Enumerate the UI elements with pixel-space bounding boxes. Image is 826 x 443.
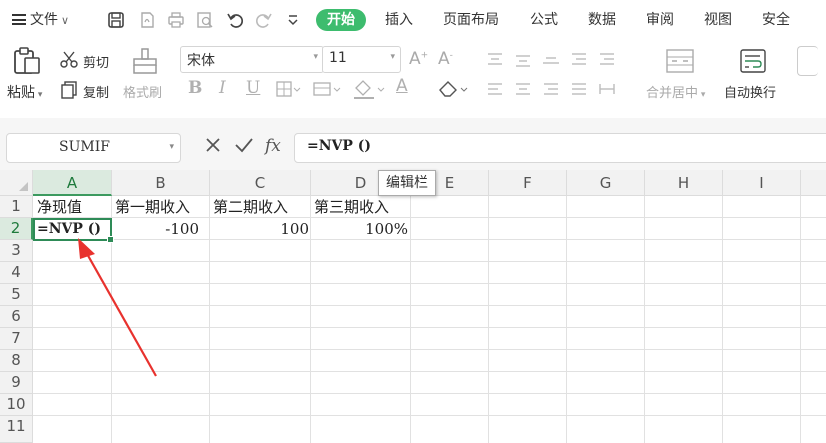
- active-cell-selection: [33, 218, 114, 243]
- row-header-3[interactable]: 3: [0, 240, 33, 262]
- wrap-text-icon[interactable]: [738, 46, 768, 76]
- merge-center-icon[interactable]: [664, 46, 696, 76]
- redo-icon[interactable]: [254, 10, 274, 30]
- font-color-icon[interactable]: A: [396, 76, 408, 96]
- wrap-text-button[interactable]: 自动换行: [724, 82, 776, 101]
- column-header-f[interactable]: F: [489, 170, 567, 196]
- spreadsheet-grid: A B C D E F G H I 1 2 3 4 5 6 7 8 9 10 1…: [0, 170, 826, 443]
- ribbon-toolbar: 粘贴 ▾ 剪切 复制 格式刷 宋体 ▾ 11 ▾ A+ A- B I U A 合…: [0, 40, 826, 118]
- copy-icon[interactable]: [60, 80, 78, 100]
- export-pdf-icon[interactable]: [137, 10, 157, 30]
- cell-style-icon[interactable]: [312, 80, 342, 98]
- cut-button[interactable]: 剪切: [83, 52, 109, 71]
- row-header-2[interactable]: 2: [0, 218, 33, 240]
- column-header-c[interactable]: C: [210, 170, 311, 196]
- chevron-down-icon: ▾: [313, 52, 318, 62]
- format-painter-icon[interactable]: [130, 46, 160, 76]
- formula-bar: SUMIF ▾ fx =NVP (): [0, 118, 826, 170]
- gridline: [566, 196, 567, 443]
- gridline: [33, 305, 826, 306]
- select-all-button[interactable]: [0, 170, 33, 196]
- gridline: [33, 327, 826, 328]
- check-icon[interactable]: [234, 136, 254, 154]
- undo-icon[interactable]: [225, 10, 245, 30]
- column-header-b[interactable]: B: [112, 170, 210, 196]
- cell-c2[interactable]: 100: [210, 218, 309, 240]
- name-box[interactable]: SUMIF ▾: [6, 133, 181, 163]
- chevron-down-icon: ▾: [390, 52, 395, 62]
- tab-review[interactable]: 审阅: [646, 9, 674, 31]
- customize-toolbar-icon[interactable]: [283, 10, 303, 30]
- gridline: [33, 415, 826, 416]
- bold-icon[interactable]: B: [188, 78, 202, 98]
- tab-view[interactable]: 视图: [704, 9, 732, 31]
- tab-page-layout[interactable]: 页面布局: [443, 9, 499, 31]
- font-size-select[interactable]: 11 ▾: [322, 46, 401, 73]
- border-icon[interactable]: [275, 80, 301, 98]
- formula-bar-tooltip: 编辑栏: [378, 170, 436, 196]
- ribbon-overflow: [797, 46, 818, 76]
- gridline: [33, 393, 826, 394]
- tab-insert[interactable]: 插入: [385, 9, 413, 31]
- paste-icon[interactable]: [11, 45, 43, 77]
- tab-formulas[interactable]: 公式: [530, 9, 558, 31]
- gridline: [33, 349, 826, 350]
- row-header-10[interactable]: 10: [0, 394, 33, 416]
- column-header-g[interactable]: G: [567, 170, 645, 196]
- column-header-a[interactable]: A: [33, 170, 112, 196]
- row-header-9[interactable]: 9: [0, 372, 33, 394]
- cancel-icon[interactable]: [204, 136, 222, 154]
- cell-a1[interactable]: 净现值: [37, 196, 82, 218]
- cell-b1[interactable]: 第一期收入: [115, 196, 190, 218]
- font-name-select[interactable]: 宋体 ▾: [180, 46, 324, 73]
- file-menu[interactable]: 文件 ∨: [12, 9, 69, 32]
- chevron-down-icon: ▾: [169, 142, 174, 152]
- print-preview-icon[interactable]: [195, 10, 215, 30]
- row-header-7[interactable]: 7: [0, 328, 33, 350]
- scissors-icon[interactable]: [59, 50, 79, 70]
- insert-function-button[interactable]: fx: [265, 136, 281, 156]
- gridline: [800, 196, 801, 443]
- row-header-8[interactable]: 8: [0, 350, 33, 372]
- format-painter-button[interactable]: 格式刷: [123, 82, 162, 101]
- column-header-i[interactable]: I: [723, 170, 801, 196]
- alignment-icons[interactable]: [486, 50, 621, 100]
- column-header-j[interactable]: [801, 170, 826, 196]
- menu-bar: 文件 ∨ 开始 插入 页面布局 公式 数据 审阅 视图 安全: [0, 0, 826, 40]
- paste-button[interactable]: 粘贴 ▾: [7, 82, 42, 102]
- copy-button[interactable]: 复制: [83, 82, 109, 101]
- decrease-font-icon[interactable]: A-: [438, 49, 453, 69]
- fill-color-icon[interactable]: [352, 78, 386, 100]
- increase-font-icon[interactable]: A+: [409, 49, 428, 69]
- gridline: [410, 196, 411, 443]
- tab-start[interactable]: 开始: [316, 9, 366, 31]
- cell-c1[interactable]: 第二期收入: [213, 196, 288, 218]
- row-header-1[interactable]: 1: [0, 196, 33, 218]
- gridline: [33, 261, 826, 262]
- formula-input[interactable]: =NVP (): [294, 133, 826, 163]
- gridline: [488, 196, 489, 443]
- cell-b2[interactable]: -100: [112, 218, 199, 240]
- gridline: [33, 371, 826, 372]
- cell-d2[interactable]: 100%: [311, 218, 408, 240]
- column-header-h[interactable]: H: [645, 170, 723, 196]
- hamburger-icon: [12, 14, 26, 25]
- chevron-down-icon: ∨: [61, 14, 70, 27]
- print-icon[interactable]: [166, 10, 186, 30]
- row-header-11[interactable]: 11: [0, 416, 33, 443]
- row-header-5[interactable]: 5: [0, 284, 33, 306]
- cell-d1[interactable]: 第三期收入: [314, 196, 389, 218]
- italic-icon[interactable]: I: [219, 78, 226, 98]
- tab-security[interactable]: 安全: [762, 9, 790, 31]
- gridline: [33, 283, 826, 284]
- tab-data[interactable]: 数据: [588, 9, 616, 31]
- gridline: [644, 196, 645, 443]
- save-icon[interactable]: [106, 10, 126, 30]
- underline-icon[interactable]: U: [246, 78, 260, 98]
- row-header-6[interactable]: 6: [0, 306, 33, 328]
- merge-center-button[interactable]: 合并居中 ▾: [646, 82, 705, 101]
- gridline: [722, 196, 723, 443]
- row-header-4[interactable]: 4: [0, 262, 33, 284]
- clear-format-icon[interactable]: [437, 78, 469, 100]
